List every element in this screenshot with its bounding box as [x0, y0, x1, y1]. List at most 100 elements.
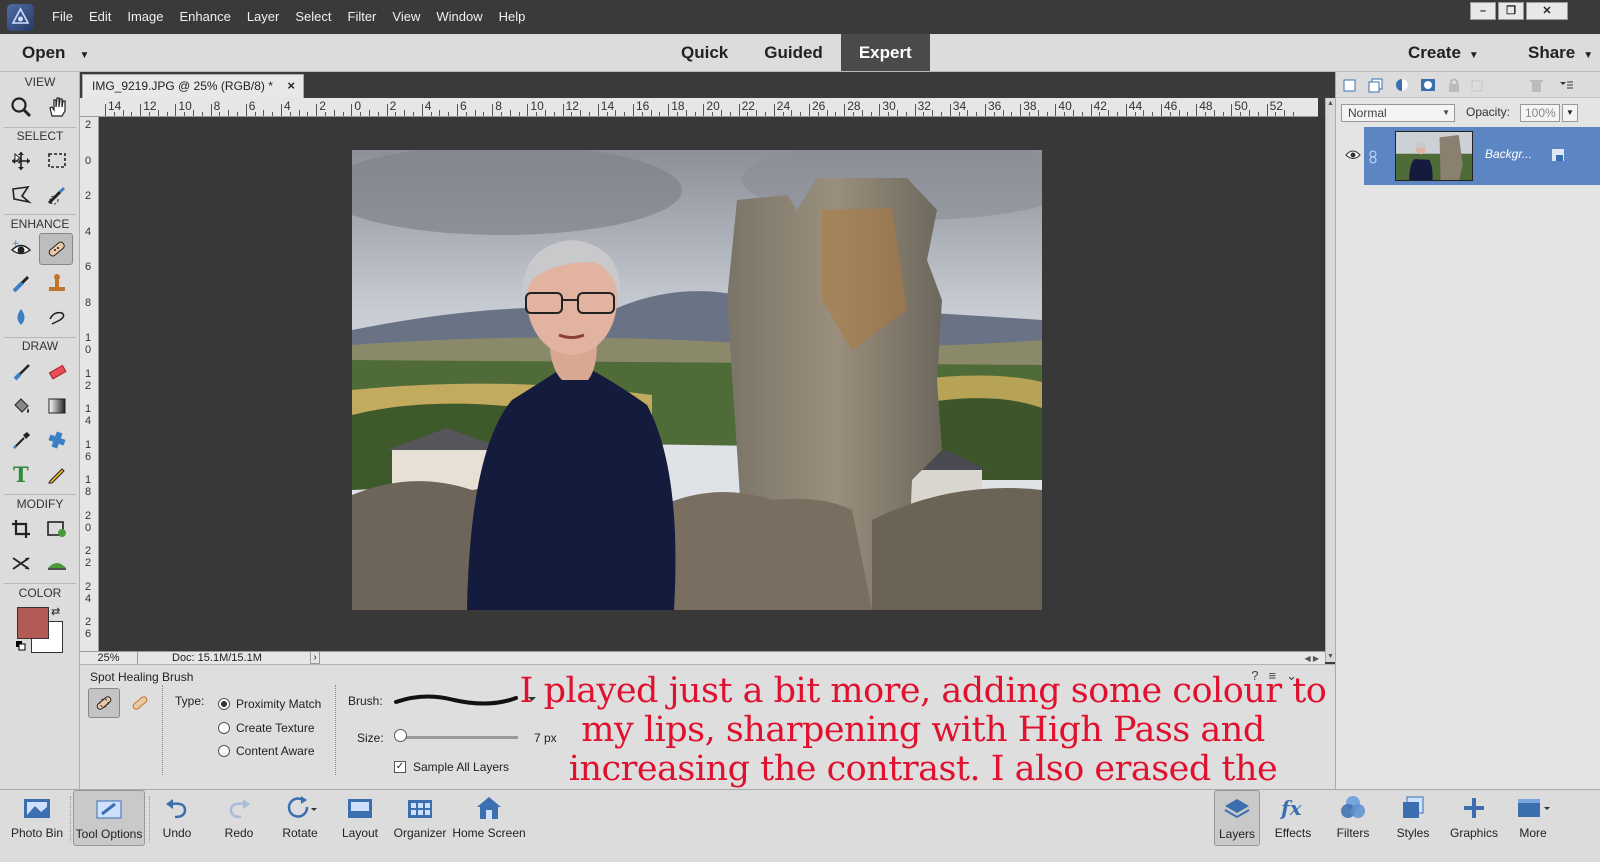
smudge-icon[interactable] — [40, 301, 74, 333]
pencil-icon[interactable] — [40, 458, 74, 490]
layer-mask-icon[interactable] — [1420, 77, 1436, 93]
radio-button[interactable] — [218, 722, 230, 734]
radio-create-texture[interactable]: Create Texture — [218, 721, 315, 735]
ruler-minor-tick — [712, 112, 714, 116]
spot-healing-brush-icon[interactable] — [39, 233, 73, 265]
menu-view[interactable]: View — [384, 0, 428, 34]
menu-layer[interactable]: Layer — [239, 0, 288, 34]
layer-row-background[interactable]: Backgr... — [1364, 127, 1600, 185]
radio-button[interactable] — [218, 698, 230, 710]
graphics-button[interactable]: Graphics — [1446, 790, 1502, 846]
menu-edit[interactable]: Edit — [81, 0, 119, 34]
photo-bin-button[interactable]: Photo Bin — [6, 790, 68, 846]
menu-enhance[interactable]: Enhance — [172, 0, 239, 34]
tab-guided[interactable]: Guided — [746, 34, 841, 71]
move-icon[interactable] — [4, 145, 38, 177]
straighten-icon[interactable] — [40, 547, 74, 579]
custom-shape-icon[interactable] — [40, 424, 74, 456]
content-aware-move-icon[interactable] — [4, 547, 38, 579]
crop-icon[interactable] — [4, 513, 38, 545]
redo-button[interactable]: Redo — [214, 790, 264, 846]
radio-content-aware[interactable]: Content Aware — [218, 744, 315, 758]
smart-brush-icon[interactable] — [4, 267, 38, 299]
styles-button[interactable]: Styles — [1390, 790, 1436, 846]
new-layer-icon[interactable] — [1342, 77, 1358, 93]
sample-all-layers-checkbox[interactable]: ✓ Sample All Layers — [394, 760, 509, 774]
eyedropper-icon[interactable] — [4, 424, 38, 456]
scroll-up-icon[interactable]: ▲ — [1327, 100, 1334, 107]
rotate-button[interactable]: Rotate — [272, 790, 328, 846]
panel-menu-icon[interactable] — [1558, 77, 1574, 93]
menu-select[interactable]: Select — [287, 0, 339, 34]
undo-button[interactable]: Undo — [152, 790, 202, 846]
organizer-button[interactable]: Organizer — [390, 790, 450, 846]
adjustment-layer-icon[interactable] — [1394, 77, 1410, 93]
ruler-minor-tick — [826, 110, 828, 116]
radio-button[interactable] — [218, 745, 230, 757]
photo-image[interactable] — [352, 150, 1042, 610]
vertical-scrollbar[interactable]: ▲ ▼ — [1325, 98, 1335, 662]
eraser-icon[interactable] — [40, 356, 74, 388]
close-window-icon[interactable]: ✕ — [1526, 2, 1568, 20]
home-screen-button[interactable]: Home Screen — [451, 790, 527, 846]
ruler-minor-tick — [1143, 110, 1145, 116]
document-tab[interactable]: IMG_9219.JPG @ 25% (RGB/8) * × — [82, 74, 304, 98]
tool-options-button[interactable]: Tool Options — [73, 790, 145, 846]
opacity-dropdown-icon[interactable]: ▼ — [1562, 104, 1578, 122]
scroll-down-icon[interactable]: ▼ — [1327, 653, 1334, 660]
lasso-icon[interactable] — [4, 179, 38, 211]
status-menu-icon[interactable]: › — [310, 651, 320, 664]
spot-healing-brush-option-icon[interactable] — [88, 688, 120, 718]
menu-help[interactable]: Help — [491, 0, 534, 34]
zoom-icon[interactable] — [4, 91, 38, 123]
recompose-icon[interactable] — [40, 513, 74, 545]
paint-bucket-icon[interactable] — [4, 390, 38, 422]
ruler-minor-tick — [1134, 112, 1136, 116]
close-tab-icon[interactable]: × — [287, 75, 295, 97]
size-slider-handle[interactable] — [394, 729, 408, 742]
minimize-icon[interactable]: – — [1470, 2, 1496, 20]
menu-image[interactable]: Image — [119, 0, 171, 34]
opacity-field[interactable]: 100% — [1520, 104, 1560, 122]
layer-lock-icon[interactable] — [1550, 147, 1566, 166]
filters-button[interactable]: Filters — [1330, 790, 1376, 846]
effects-button[interactable]: fx Effects — [1268, 790, 1318, 846]
create-button[interactable]: Create ▼ — [1408, 34, 1479, 75]
lock-transparent-icon[interactable] — [1470, 77, 1486, 93]
share-button[interactable]: Share ▼ — [1528, 34, 1593, 75]
layer-visibility-eye-icon[interactable] — [1345, 149, 1361, 164]
gradient-icon[interactable] — [40, 390, 74, 422]
menu-window[interactable]: Window — [428, 0, 490, 34]
menu-file[interactable]: File — [44, 0, 81, 34]
layer-link-icon[interactable] — [1367, 149, 1379, 168]
brush-icon[interactable] — [4, 356, 38, 388]
marquee-icon[interactable] — [40, 145, 74, 177]
healing-brush-option-icon[interactable] — [124, 688, 156, 718]
opacity-label: Opacity: — [1466, 105, 1511, 119]
new-group-icon[interactable] — [1368, 77, 1384, 93]
app-logo-icon[interactable] — [7, 4, 34, 31]
layout-button[interactable]: Layout — [336, 790, 384, 846]
tab-quick[interactable]: Quick — [663, 34, 746, 71]
more-button[interactable]: More — [1508, 790, 1558, 846]
swap-colors-icon[interactable]: ⇄ — [51, 605, 60, 618]
default-colors-icon[interactable] — [16, 640, 26, 651]
layers-button[interactable]: Layers — [1214, 790, 1260, 846]
checkbox[interactable]: ✓ — [394, 761, 406, 773]
foreground-color-swatch[interactable] — [17, 607, 49, 639]
type-icon[interactable]: T — [4, 458, 38, 490]
blend-mode-select[interactable]: Normal ▼ — [1341, 104, 1455, 122]
menu-filter[interactable]: Filter — [340, 0, 385, 34]
tab-expert[interactable]: Expert — [840, 34, 930, 71]
blur-icon[interactable] — [4, 301, 38, 333]
red-eye-icon[interactable]: + — [4, 233, 38, 265]
lock-all-icon[interactable] — [1446, 77, 1462, 93]
restore-icon[interactable]: ❐ — [1498, 2, 1524, 20]
delete-layer-icon[interactable] — [1528, 77, 1544, 93]
clone-stamp-icon[interactable] — [40, 267, 74, 299]
hand-icon[interactable] — [40, 91, 74, 123]
radio-proximity-match[interactable]: Proximity Match — [218, 697, 321, 711]
open-button[interactable]: Open ▼ — [22, 34, 89, 75]
size-slider[interactable] — [398, 736, 518, 739]
quick-selection-icon[interactable] — [40, 179, 74, 211]
